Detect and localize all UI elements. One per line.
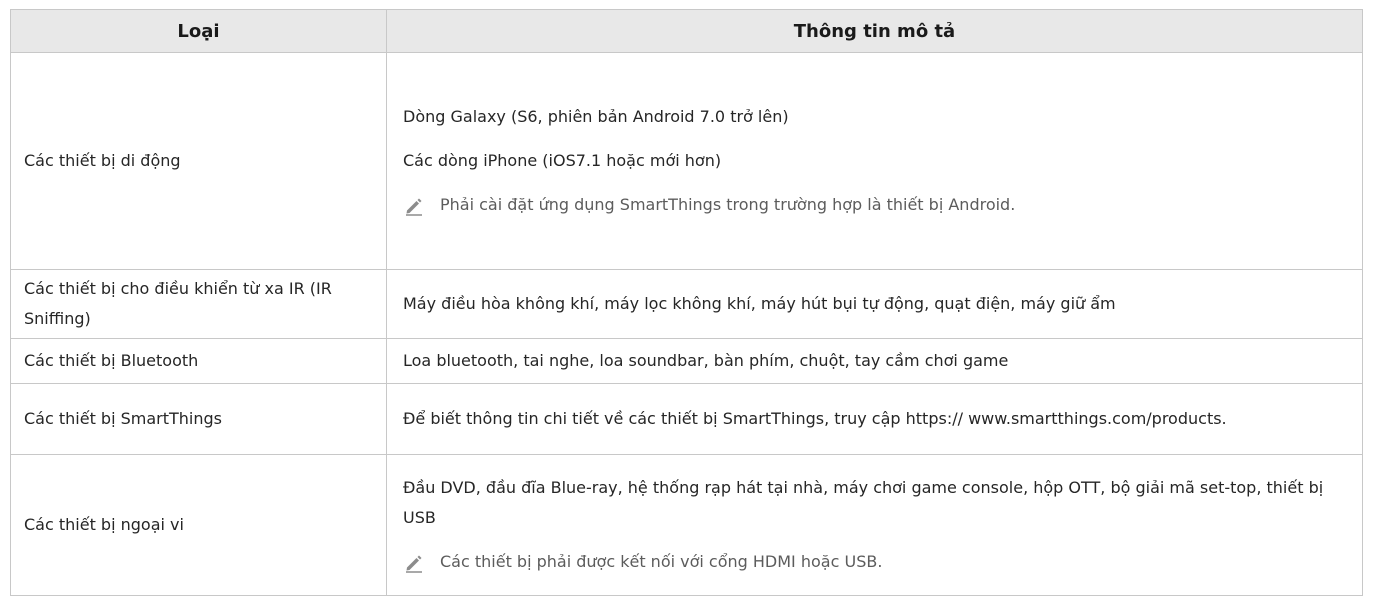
note: Các thiết bị phải được kết nối với cổng … [403,547,1346,577]
table-header-row: Loại Thông tin mô tả [10,9,1363,53]
note-text: Phải cài đặt ứng dụng SmartThings trong … [440,195,1016,214]
description-cell: Đầu DVD, đầu đĩa Blue-ray, hệ thống rạp … [386,454,1363,596]
device-table: Loại Thông tin mô tả Các thiết bị di độn… [10,9,1363,596]
pencil-note-icon [406,555,422,573]
pencil-note-icon [406,198,422,216]
description-line: Loa bluetooth, tai nghe, loa soundbar, b… [403,351,1009,370]
header-type: Loại [10,9,387,53]
description-line: Máy điều hòa không khí, máy lọc không kh… [403,294,1116,313]
type-cell: Các thiết bị Bluetooth [10,338,387,384]
header-description: Thông tin mô tả [386,9,1363,53]
type-cell: Các thiết bị cho điều khiển từ xa IR (IR… [10,269,387,339]
description-line: Để biết thông tin chi tiết về các thiết … [403,409,1227,428]
note: Phải cài đặt ứng dụng SmartThings trong … [403,190,1346,220]
table-row: Các thiết bị ngoại vi Đầu DVD, đầu đĩa B… [10,454,1363,596]
description-line: Dòng Galaxy (S6, phiên bản Android 7.0 t… [403,107,789,126]
description-line: Đầu DVD, đầu đĩa Blue-ray, hệ thống rạp … [403,478,1324,527]
type-cell: Các thiết bị di động [10,52,387,270]
table-row: Các thiết bị di động Dòng Galaxy (S6, ph… [10,52,1363,270]
table-row: Các thiết bị cho điều khiển từ xa IR (IR… [10,269,1363,339]
description-line: Các dòng iPhone (iOS7.1 hoặc mới hơn) [403,151,722,170]
table-row: Các thiết bị Bluetooth Loa bluetooth, ta… [10,338,1363,384]
description-cell: Máy điều hòa không khí, máy lọc không kh… [386,269,1363,339]
note-text: Các thiết bị phải được kết nối với cổng … [440,552,883,571]
type-cell: Các thiết bị SmartThings [10,383,387,455]
type-cell: Các thiết bị ngoại vi [10,454,387,596]
description-cell: Để biết thông tin chi tiết về các thiết … [386,383,1363,455]
description-cell: Loa bluetooth, tai nghe, loa soundbar, b… [386,338,1363,384]
description-cell: Dòng Galaxy (S6, phiên bản Android 7.0 t… [386,52,1363,270]
table-row: Các thiết bị SmartThings Để biết thông t… [10,383,1363,455]
